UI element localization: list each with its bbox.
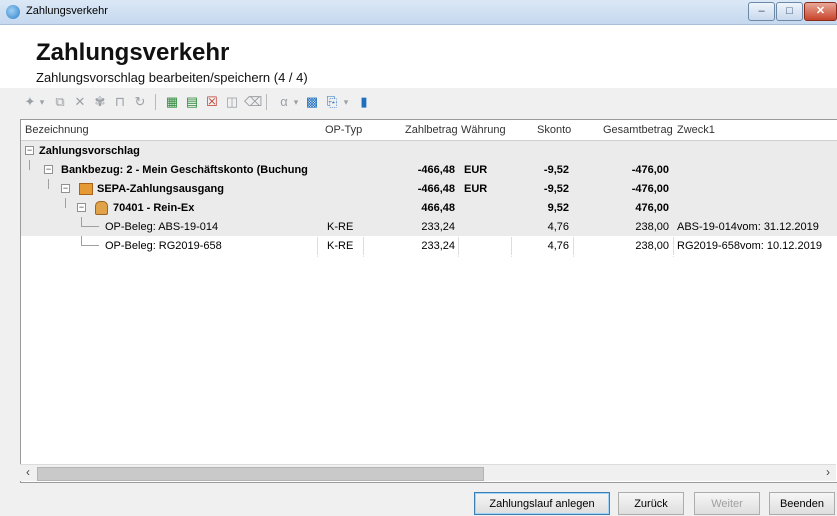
cell-gesamtbetrag: 238,00 — [635, 221, 669, 233]
dropdown-arrow-icon[interactable]: ▾ — [292, 94, 300, 110]
scroll-right-icon[interactable]: › — [820, 465, 836, 481]
column-header-skonto[interactable]: Skonto — [537, 124, 571, 136]
cell-zahlbetrag: 466,48 — [421, 202, 455, 214]
column-header-zahlbetrag[interactable]: Zahlbetrag — [405, 124, 458, 136]
window-title: Zahlungsverkehr — [26, 5, 108, 17]
cell-skonto: -9,52 — [543, 164, 569, 176]
cell-gesamtbetrag: -476,00 — [631, 183, 669, 195]
toolbar-separator — [155, 94, 156, 110]
filter-icon[interactable]: ✾ — [92, 94, 108, 110]
collapse-icon[interactable]: − — [44, 165, 53, 174]
zahlungslauf-anlegen-button[interactable]: Zahlungslauf anlegen — [474, 492, 610, 515]
cell-op-typ: K-RE — [327, 240, 354, 252]
collapse-icon[interactable]: − — [77, 203, 86, 212]
horizontal-scrollbar[interactable]: ‹ › — [20, 464, 836, 481]
cell-skonto: 4,76 — [547, 240, 569, 252]
scrollbar-thumb[interactable] — [37, 467, 484, 481]
column-header-op-typ[interactable]: OP-Typ — [325, 124, 362, 136]
row-label: Zahlungsvorschlag — [39, 145, 140, 157]
cell-gesamtbetrag: 238,00 — [635, 240, 669, 252]
scroll-left-icon[interactable]: ‹ — [20, 465, 36, 481]
cell-waehrung: EUR — [464, 164, 488, 176]
row-label: OP-Beleg: ABS-19-014 — [105, 221, 219, 233]
beenden-button[interactable]: Beenden — [769, 492, 835, 515]
cell-zahlbetrag: -466,48 — [417, 183, 455, 195]
tree-line — [48, 179, 49, 189]
maximize-button[interactable]: □ — [776, 2, 803, 21]
page-title: Zahlungsverkehr — [36, 39, 230, 66]
transfer-icon[interactable]: ◫ — [224, 94, 240, 110]
cell-zahlbetrag: 233,24 — [421, 240, 455, 252]
row-label: SEPA-Zahlungsausgang — [97, 183, 224, 195]
tree-line — [29, 160, 30, 170]
cell-zweck1: RG2019-658vom: 10.12.2019 — [677, 240, 822, 252]
toolbar: ✦ ▾ ⧉ ✕ ✾ ⊓ ↻ ▦ ▤ ☒ ◫ ⌫ α ▾ ▩ ⎘ ▾ ▮ — [0, 88, 837, 116]
cell-zahlbetrag: -466,48 — [417, 164, 455, 176]
row-label: Bankbezug: 2 - Mein Geschäftskonto (Buch… — [61, 164, 308, 176]
weiter-button[interactable]: Weiter — [694, 492, 760, 515]
minimize-button[interactable]: – — [748, 2, 775, 21]
remove-red-icon[interactable]: ☒ — [204, 94, 220, 110]
dropdown-arrow-icon[interactable]: ▾ — [342, 94, 350, 110]
document-icon[interactable]: ▩ — [304, 94, 320, 110]
row-label: 70401 - Rein-Ex — [113, 202, 195, 214]
printer-icon[interactable]: ⎘ — [324, 94, 340, 110]
delete-icon[interactable]: ✕ — [72, 94, 88, 110]
table-row[interactable]: − SEPA-Zahlungsausgang -466,48 EUR -9,52… — [21, 179, 837, 199]
exit-icon[interactable]: ▮ — [356, 94, 372, 110]
row-label: OP-Beleg: RG2019-658 — [105, 240, 222, 252]
column-header-waehrung[interactable]: Währung — [461, 124, 506, 136]
funnel-icon[interactable]: α — [276, 94, 292, 110]
cell-zahlbetrag: 233,24 — [421, 221, 455, 233]
cell-skonto: 9,52 — [547, 202, 569, 214]
refresh-icon[interactable]: ↻ — [132, 94, 148, 110]
cell-zweck1: ABS-19-014vom: 31.12.2019 — [677, 221, 819, 233]
tree-line — [65, 198, 66, 208]
page-header: Zahlungsverkehr Zahlungsvorschlag bearbe… — [0, 25, 837, 88]
cell-waehrung: EUR — [464, 183, 488, 195]
table-row[interactable]: − Zahlungsvorschlag — [21, 141, 837, 161]
window-titlebar: Zahlungsverkehr – □ ✕ — [0, 0, 837, 25]
app-icon — [6, 5, 20, 19]
column-header-zweck1[interactable]: Zweck1 — [677, 124, 715, 136]
page-subtitle: Zahlungsvorschlag bearbeiten/speichern (… — [36, 70, 308, 85]
new-green-icon[interactable]: ▦ — [164, 94, 180, 110]
collapse-icon[interactable]: − — [61, 184, 70, 193]
dropdown-arrow-icon[interactable]: ▾ — [38, 94, 46, 110]
table-row[interactable]: OP-Beleg: ABS-19-014 K-RE 233,24 4,76 23… — [21, 217, 837, 237]
cell-gesamtbetrag: -476,00 — [631, 164, 669, 176]
column-header-gesamtbetrag[interactable]: Gesamtbetrag — [603, 124, 673, 136]
cell-skonto: -9,52 — [543, 183, 569, 195]
cell-gesamtbetrag: 476,00 — [635, 202, 669, 214]
table-row[interactable]: − Bankbezug: 2 - Mein Geschäftskonto (Bu… — [21, 160, 837, 180]
table-row[interactable]: OP-Beleg: RG2019-658 K-RE 233,24 4,76 23… — [21, 236, 837, 256]
wand-icon[interactable]: ✦ — [22, 94, 38, 110]
split-icon[interactable]: ⊓ — [112, 94, 128, 110]
tree-line — [81, 245, 99, 246]
column-header-bezeichnung[interactable]: Bezeichnung — [25, 124, 89, 136]
collapse-icon[interactable]: − — [25, 146, 34, 155]
zurueck-button[interactable]: Zurück — [618, 492, 684, 515]
cell-op-typ: K-RE — [327, 221, 354, 233]
eraser-icon[interactable]: ⌫ — [244, 94, 262, 110]
toolbar-separator — [266, 94, 267, 110]
copy-icon[interactable]: ⧉ — [52, 94, 68, 110]
edit-icon[interactable]: ▤ — [184, 94, 200, 110]
folder-icon — [79, 183, 93, 195]
close-button[interactable]: ✕ — [804, 2, 837, 21]
cell-skonto: 4,76 — [547, 221, 569, 233]
table-row[interactable]: − 70401 - Rein-Ex 466,48 9,52 476,00 — [21, 198, 837, 218]
tree-line — [81, 226, 99, 227]
proposal-grid[interactable]: Bezeichnung OP-Typ Zahlbetrag Währung Sk… — [20, 119, 837, 483]
person-icon — [95, 201, 108, 215]
